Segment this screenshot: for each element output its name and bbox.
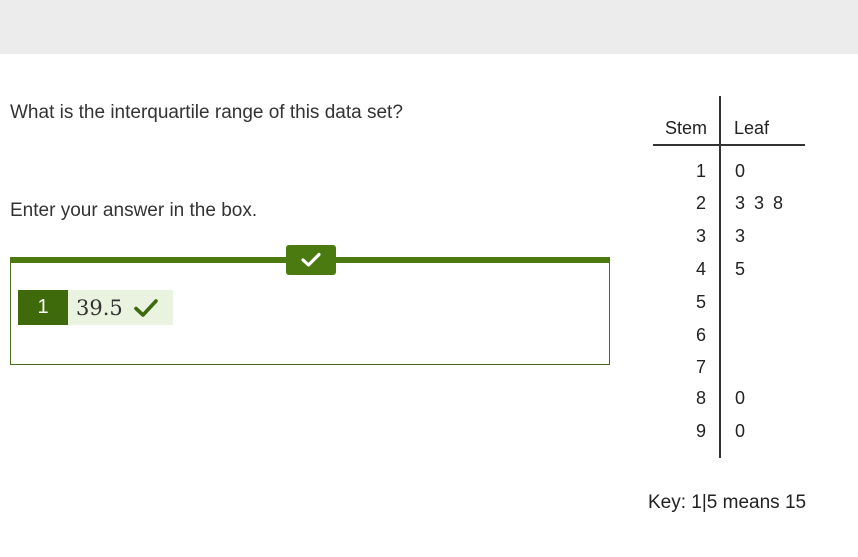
- stem-header: Stem: [665, 118, 708, 138]
- stem-value: 5: [695, 292, 706, 312]
- answer-body: 39.5: [68, 290, 173, 325]
- correct-indicator: [286, 245, 336, 275]
- plot-row: 1 0: [640, 161, 820, 185]
- plot-row: 5: [640, 292, 820, 316]
- plot-key: Key: 1|5 means 15: [648, 492, 807, 513]
- plot-row: 2 3 3 8: [640, 193, 820, 217]
- check-icon: [133, 298, 158, 317]
- leaf-values: 0: [735, 161, 748, 181]
- stem-value: 8: [695, 388, 706, 408]
- answer-chip[interactable]: 1 39.5: [18, 290, 173, 325]
- plot-row: 4 5: [640, 259, 820, 283]
- top-bar: [0, 0, 858, 54]
- answer-value: 39.5: [76, 295, 123, 320]
- stem-value: 9: [695, 421, 706, 441]
- leaf-values: 3 3 8: [735, 193, 786, 213]
- stem-value: 3: [695, 226, 706, 246]
- leaf-values: 3: [735, 226, 748, 246]
- leaf-values: 0: [735, 388, 748, 408]
- leaf-values: 5: [735, 259, 748, 279]
- stem-value: 6: [695, 325, 706, 345]
- stem-value: 7: [695, 357, 706, 377]
- leaf-values: 0: [735, 421, 748, 441]
- leaf-header: Leaf: [734, 118, 770, 138]
- plot-row: 7: [640, 357, 820, 381]
- plot-row: 8 0: [640, 388, 820, 412]
- stem-value: 4: [695, 259, 706, 279]
- stem-value: 1: [695, 161, 706, 181]
- instruction-text: Enter your answer in the box.: [10, 200, 258, 221]
- plot-divider-horizontal: [653, 144, 805, 146]
- stem-value: 2: [695, 193, 706, 213]
- stem-and-leaf-plot: Stem Leaf 1 0 2 3 3 8 3 3 4 5 5 6 7 8 0 …: [640, 96, 820, 466]
- plot-row: 6: [640, 325, 820, 349]
- answer-number: 1: [18, 290, 68, 325]
- plot-row: 3 3: [640, 226, 820, 250]
- question-text: What is the interquartile range of this …: [10, 102, 403, 123]
- plot-row: 9 0: [640, 421, 820, 445]
- check-icon: [301, 252, 321, 267]
